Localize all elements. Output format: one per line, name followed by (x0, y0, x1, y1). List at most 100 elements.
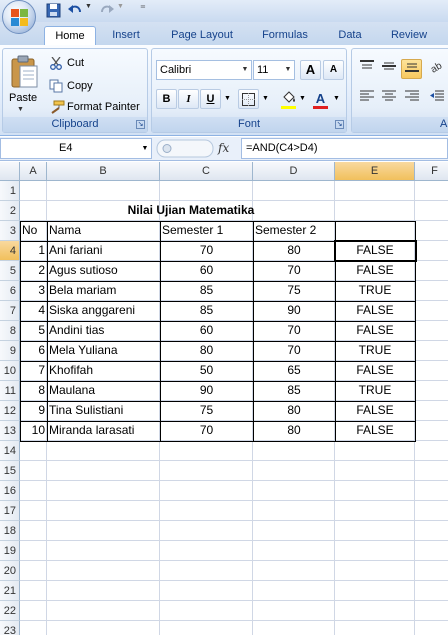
decrease-indent-icon (429, 90, 444, 101)
font-size-select[interactable]: 11 ▼ (253, 60, 295, 80)
align-center-button[interactable] (378, 89, 399, 109)
clipboard-group: Paste ▼ Cut Copy Format Painter Clipboar… (2, 48, 148, 133)
ribbon: Paste ▼ Cut Copy Format Painter Clipboar… (0, 45, 448, 136)
row-header[interactable]: 15 (0, 461, 20, 481)
grow-font-button[interactable]: A (300, 60, 321, 80)
tab-formulas[interactable]: Formulas (252, 26, 318, 45)
row-header[interactable]: 2 (0, 201, 20, 221)
align-bottom-button[interactable] (401, 59, 422, 79)
tab-home[interactable]: Home (44, 26, 96, 45)
tab-page-layout[interactable]: Page Layout (162, 26, 242, 45)
customize-quick-access-icon[interactable]: ⁼ (140, 2, 146, 15)
font-color-bar (313, 106, 328, 109)
row-header[interactable]: 16 (0, 481, 20, 501)
ribbon-tabs: Home Insert Page Layout Formulas Data Re… (0, 22, 448, 45)
align-left-button[interactable] (356, 89, 377, 109)
gridline (20, 460, 448, 461)
font-size-value: 11 (257, 64, 269, 76)
row-header[interactable]: 11 (0, 381, 20, 401)
undo-dropdown-icon[interactable]: ▼ (85, 3, 92, 10)
underline-dropdown-icon[interactable]: ▼ (224, 95, 231, 102)
decrease-indent-button[interactable] (426, 89, 447, 109)
tab-data[interactable]: Data (328, 26, 372, 45)
row-header[interactable]: 21 (0, 581, 20, 601)
row-header[interactable]: 4 (0, 241, 20, 261)
format-painter-button[interactable]: Format Painter (67, 101, 140, 113)
font-launcher-icon[interactable]: ↘ (335, 120, 344, 129)
tab-review[interactable]: Review (380, 26, 438, 45)
orientation-button[interactable]: ab (426, 59, 447, 79)
align-top-icon (359, 60, 374, 69)
shrink-font-icon: A (329, 64, 338, 75)
row-header[interactable]: 1 (0, 181, 20, 201)
row-header[interactable]: 7 (0, 301, 20, 321)
underline-button[interactable]: U (200, 89, 221, 109)
row-header[interactable]: 19 (0, 541, 20, 561)
undo-icon[interactable] (67, 3, 83, 18)
column-header-b[interactable]: B (47, 162, 160, 181)
fill-color-bar (281, 106, 296, 109)
column-header-c[interactable]: C (160, 162, 253, 181)
row-header[interactable]: 5 (0, 261, 20, 281)
gridline (20, 500, 448, 501)
align-middle-button[interactable] (378, 59, 399, 79)
row-header[interactable]: 6 (0, 281, 20, 301)
row-header[interactable]: 20 (0, 561, 20, 581)
insert-function-icon[interactable]: fx (218, 141, 229, 155)
row-header[interactable]: 17 (0, 501, 20, 521)
row-header[interactable]: 22 (0, 601, 20, 621)
column-header-f[interactable]: F (415, 162, 448, 181)
shrink-font-button[interactable]: A (323, 60, 344, 80)
worksheet-grid[interactable]: A B C D E F 1 2 3 4 5 6 7 8 9 10 11 12 13 14 15 16 17 18 1… (0, 162, 448, 635)
fill-color-button[interactable] (278, 89, 299, 109)
column-header-a[interactable]: A (20, 162, 47, 181)
copy-button[interactable]: Copy (67, 80, 93, 92)
name-box-dropdown-icon[interactable]: ▼ (139, 138, 151, 159)
align-bottom-icon (404, 63, 419, 72)
row-header[interactable]: 10 (0, 361, 20, 381)
row-header[interactable]: 18 (0, 521, 20, 541)
chevron-down-icon: ▼ (241, 66, 249, 73)
borders-icon (242, 93, 255, 106)
row-header[interactable]: 3 (0, 221, 20, 241)
font-color-dropdown-icon[interactable]: ▼ (333, 95, 340, 102)
formula-input[interactable]: =AND(C4>D4) (241, 138, 448, 159)
table-title[interactable]: Nilai Ujian Matematika (49, 201, 333, 221)
select-all-corner[interactable] (0, 162, 20, 181)
redo-dropdown-icon[interactable]: ▼ (117, 3, 124, 10)
fill-color-icon (282, 91, 295, 103)
redo-icon[interactable] (99, 3, 115, 18)
office-button[interactable] (2, 0, 36, 34)
bold-button[interactable]: B (156, 89, 177, 109)
tab-insert[interactable]: Insert (102, 26, 150, 45)
italic-button[interactable]: I (178, 89, 199, 109)
align-left-icon (359, 90, 374, 101)
font-color-icon: A (315, 91, 326, 106)
column-header-e[interactable]: E (335, 162, 415, 181)
align-top-button[interactable] (356, 59, 377, 79)
fill-color-dropdown-icon[interactable]: ▼ (299, 95, 306, 102)
row-header[interactable]: 23 (0, 621, 20, 635)
clipboard-launcher-icon[interactable]: ↘ (136, 120, 145, 129)
column-header-d[interactable]: D (253, 162, 335, 181)
font-group-label: Font (152, 117, 346, 132)
cut-button[interactable]: Cut (67, 57, 84, 69)
row-header[interactable]: 13 (0, 421, 20, 441)
row-header[interactable]: 14 (0, 441, 20, 461)
gridline (20, 560, 448, 561)
align-middle-icon (381, 62, 396, 70)
font-color-button[interactable]: A (310, 89, 331, 109)
row-header[interactable]: 9 (0, 341, 20, 361)
row-header[interactable]: 12 (0, 401, 20, 421)
underline-icon: U (206, 93, 215, 105)
font-name-select[interactable]: Calibri ▼ (156, 60, 252, 80)
gridline (20, 580, 448, 581)
save-icon[interactable] (46, 3, 62, 18)
paste-dropdown-icon[interactable]: ▼ (17, 106, 24, 113)
borders-dropdown-icon[interactable]: ▼ (262, 95, 269, 102)
align-right-button[interactable] (401, 89, 422, 109)
row-header[interactable]: 8 (0, 321, 20, 341)
name-box[interactable]: E4 (0, 138, 152, 159)
paste-button[interactable]: Paste (9, 92, 37, 104)
borders-button[interactable] (238, 89, 259, 109)
